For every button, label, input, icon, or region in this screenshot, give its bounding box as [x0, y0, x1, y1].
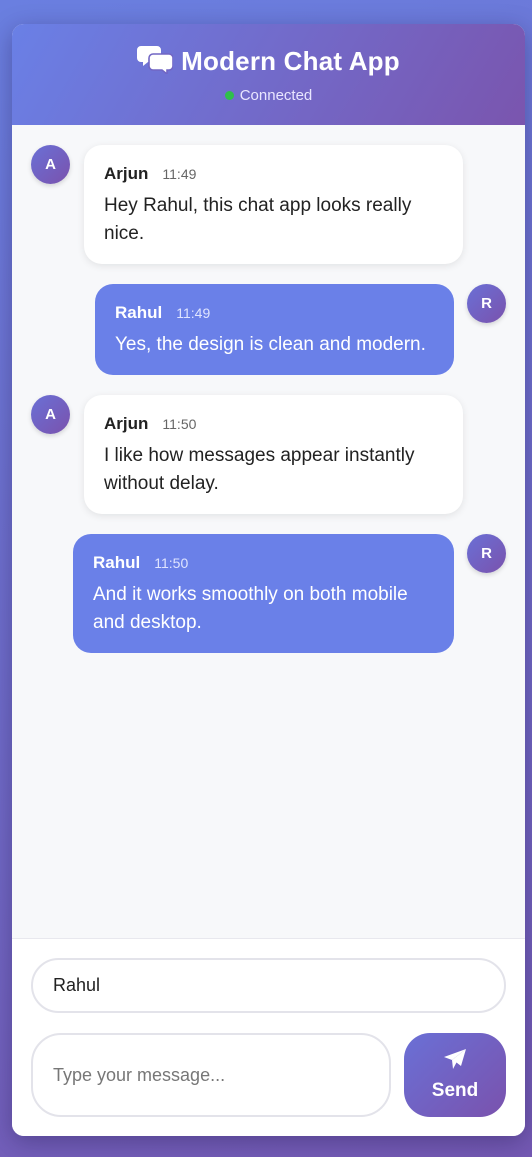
message-time: 11:49: [162, 166, 197, 182]
chat-header: Modern Chat App Connected: [12, 24, 525, 125]
message-meta: Arjun 11:49: [104, 164, 443, 184]
app-title: Modern Chat App: [181, 46, 400, 76]
sender-name: Arjun: [104, 414, 149, 433]
message-bubble: Arjun 11:49 Hey Rahul, this chat app loo…: [84, 145, 463, 264]
connection-status: Connected: [12, 87, 525, 104]
message-bubble: Arjun 11:50 I like how messages appear i…: [84, 395, 463, 514]
message-meta: Arjun 11:50: [104, 414, 443, 434]
send-label: Send: [431, 1080, 479, 1101]
title-row: Modern Chat App: [12, 44, 525, 79]
sender-name: Rahul: [93, 553, 141, 572]
sender-name: Rahul: [115, 303, 163, 322]
avatar: R: [467, 284, 506, 323]
message-text: Hey Rahul, this chat app looks really ni…: [104, 195, 412, 244]
chat-bubbles-icon: [137, 44, 174, 79]
avatar: A: [31, 145, 70, 184]
message-bubble: Rahul 11:49 Yes, the design is clean and…: [95, 284, 454, 375]
message-list: A Arjun 11:49 Hey Rahul, this chat app l…: [12, 125, 525, 939]
send-button[interactable]: Send: [404, 1033, 506, 1117]
message-text: Yes, the design is clean and modern.: [115, 334, 426, 355]
avatar: A: [31, 395, 70, 434]
message-meta: Rahul 11:49: [115, 303, 434, 323]
username-input[interactable]: [31, 958, 506, 1013]
message-bubble: Rahul 11:50 And it works smoothly on bot…: [73, 534, 454, 653]
message-text: I like how messages appear instantly wit…: [104, 445, 415, 494]
message-time: 11:50: [162, 416, 197, 432]
message-meta: Rahul 11:50: [93, 553, 434, 573]
composer: Send: [12, 938, 525, 1136]
paper-plane-icon: [443, 1048, 467, 1076]
chat-window: Modern Chat App Connected A Arjun 11:49 …: [12, 24, 525, 1136]
status-label: Connected: [239, 87, 313, 104]
message-time: 11:49: [176, 305, 211, 321]
avatar: R: [467, 534, 506, 573]
sender-name: Arjun: [104, 164, 149, 183]
message-text: And it works smoothly on both mobile and…: [93, 584, 408, 633]
message-time: 11:50: [154, 555, 189, 571]
message-input[interactable]: [31, 1033, 391, 1117]
status-dot-icon: [224, 91, 234, 100]
